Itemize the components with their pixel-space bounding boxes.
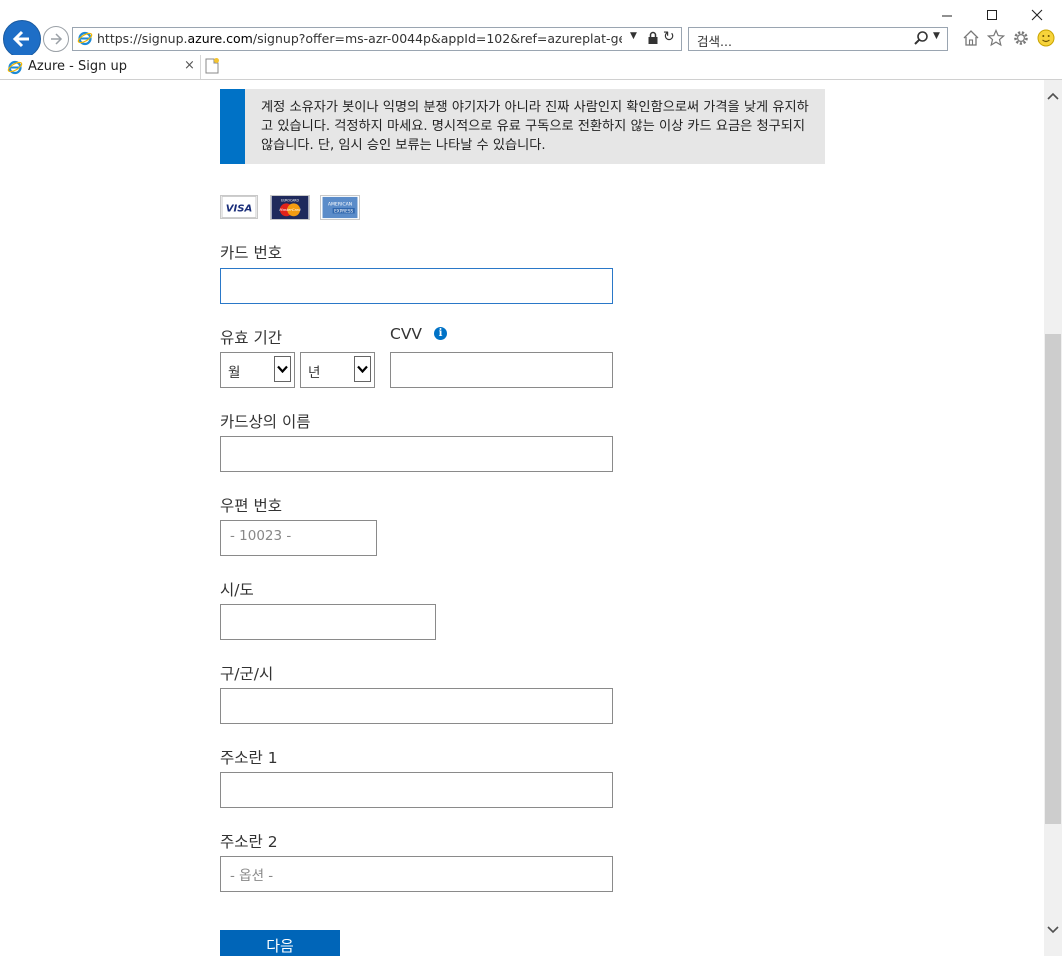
address-line2-label: 주소란 2 [220, 833, 278, 851]
chevron-down-icon [274, 356, 291, 382]
province-input[interactable] [220, 604, 436, 640]
chevron-down-icon [354, 356, 371, 382]
svg-text:AMERICAN: AMERICAN [328, 202, 352, 208]
expiry-year-select[interactable]: 년 [300, 352, 375, 388]
ie-logo-icon [7, 60, 23, 75]
minimize-icon [942, 15, 952, 17]
address-url: https://signup.azure.com/signup?offer=ms… [97, 31, 622, 46]
cvv-label: CVV [390, 325, 423, 343]
expiry-label: 유효 기간 [220, 329, 282, 347]
address-dropdown-icon[interactable]: ▼ [630, 31, 637, 41]
smiley-feedback-icon[interactable] [1037, 29, 1055, 47]
gear-icon[interactable] [1012, 29, 1030, 47]
postal-code-label: 우편 번호 [220, 497, 282, 515]
mastercard-logo: EUROCARD MasterCard [270, 195, 310, 220]
svg-text:EXPRESS: EXPRESS [334, 208, 353, 213]
notice-box: 계정 소유자가 봇이나 익명의 분쟁 야기자가 아니라 진짜 사람인지 확인함으… [220, 89, 825, 164]
arrow-left-icon [12, 30, 29, 48]
next-button[interactable]: 다음 [220, 930, 340, 956]
tab-azure-signup[interactable]: Azure - Sign up × [0, 55, 201, 79]
scroll-down-icon[interactable] [1047, 926, 1059, 934]
notice-accent-bar [220, 89, 245, 164]
browser-chrome: https://signup.azure.com/signup?offer=ms… [0, 0, 1062, 80]
scrollbar-thumb[interactable] [1045, 334, 1061, 824]
arrow-right-icon [51, 33, 63, 45]
expiry-month-value: 월 [228, 365, 241, 381]
city-input[interactable] [220, 688, 613, 724]
card-number-label: 카드 번호 [220, 244, 282, 262]
search-box[interactable]: 검색... ▼ [688, 27, 948, 51]
scroll-up-icon[interactable] [1047, 92, 1059, 100]
address-bar[interactable]: https://signup.azure.com/signup?offer=ms… [72, 27, 682, 51]
home-icon[interactable] [962, 29, 980, 47]
address-line1-input[interactable] [220, 772, 613, 808]
close-window-button[interactable] [1015, 4, 1059, 26]
maximize-button[interactable] [970, 4, 1014, 26]
visa-logo: VISA [220, 195, 258, 219]
postal-code-input[interactable]: - 10023 - [220, 520, 377, 556]
search-input[interactable]: 검색... [697, 31, 732, 50]
province-label: 시/도 [220, 581, 254, 599]
minimize-button[interactable] [925, 4, 969, 26]
tab-close-button[interactable]: × [184, 58, 195, 73]
address-line1-label: 주소란 1 [220, 749, 278, 767]
svg-text:EUROCARD: EUROCARD [281, 199, 299, 203]
amex-logo: AMERICAN EXPRESS [320, 195, 360, 220]
lock-icon[interactable] [647, 31, 659, 45]
svg-text:VISA: VISA [226, 204, 253, 215]
favorites-star-icon[interactable] [987, 29, 1005, 47]
name-on-card-label: 카드상의 이름 [220, 413, 311, 431]
new-tab-icon[interactable] [203, 57, 221, 75]
notice-text: 계정 소유자가 봇이나 익명의 분쟁 야기자가 아니라 진짜 사람인지 확인함으… [261, 100, 809, 153]
city-label: 구/군/시 [220, 665, 274, 683]
refresh-icon[interactable]: ↻ [663, 29, 675, 45]
page-viewport: 계정 소유자가 봇이나 익명의 분쟁 야기자가 아니라 진짜 사람인지 확인함으… [0, 80, 1044, 956]
search-dropdown-icon[interactable]: ▼ [933, 31, 940, 41]
card-number-input[interactable] [220, 268, 613, 304]
address-line2-input[interactable]: - 옵션 - [220, 856, 613, 892]
close-icon [1031, 9, 1043, 21]
tab-strip: Azure - Sign up × [0, 55, 1062, 80]
tab-title: Azure - Sign up [28, 59, 127, 74]
page-scrollbar[interactable] [1044, 80, 1062, 956]
expiry-month-select[interactable]: 월 [220, 352, 295, 388]
cvv-input[interactable] [390, 352, 613, 388]
back-button[interactable] [3, 20, 41, 58]
info-icon[interactable]: i [434, 327, 447, 340]
search-icon[interactable] [913, 30, 929, 46]
expiry-year-value: 년 [308, 365, 321, 381]
forward-button[interactable] [43, 26, 69, 52]
svg-text:MasterCard: MasterCard [279, 208, 301, 212]
ie-logo-icon [77, 31, 93, 46]
maximize-icon [987, 10, 997, 20]
name-on-card-input[interactable] [220, 436, 613, 472]
